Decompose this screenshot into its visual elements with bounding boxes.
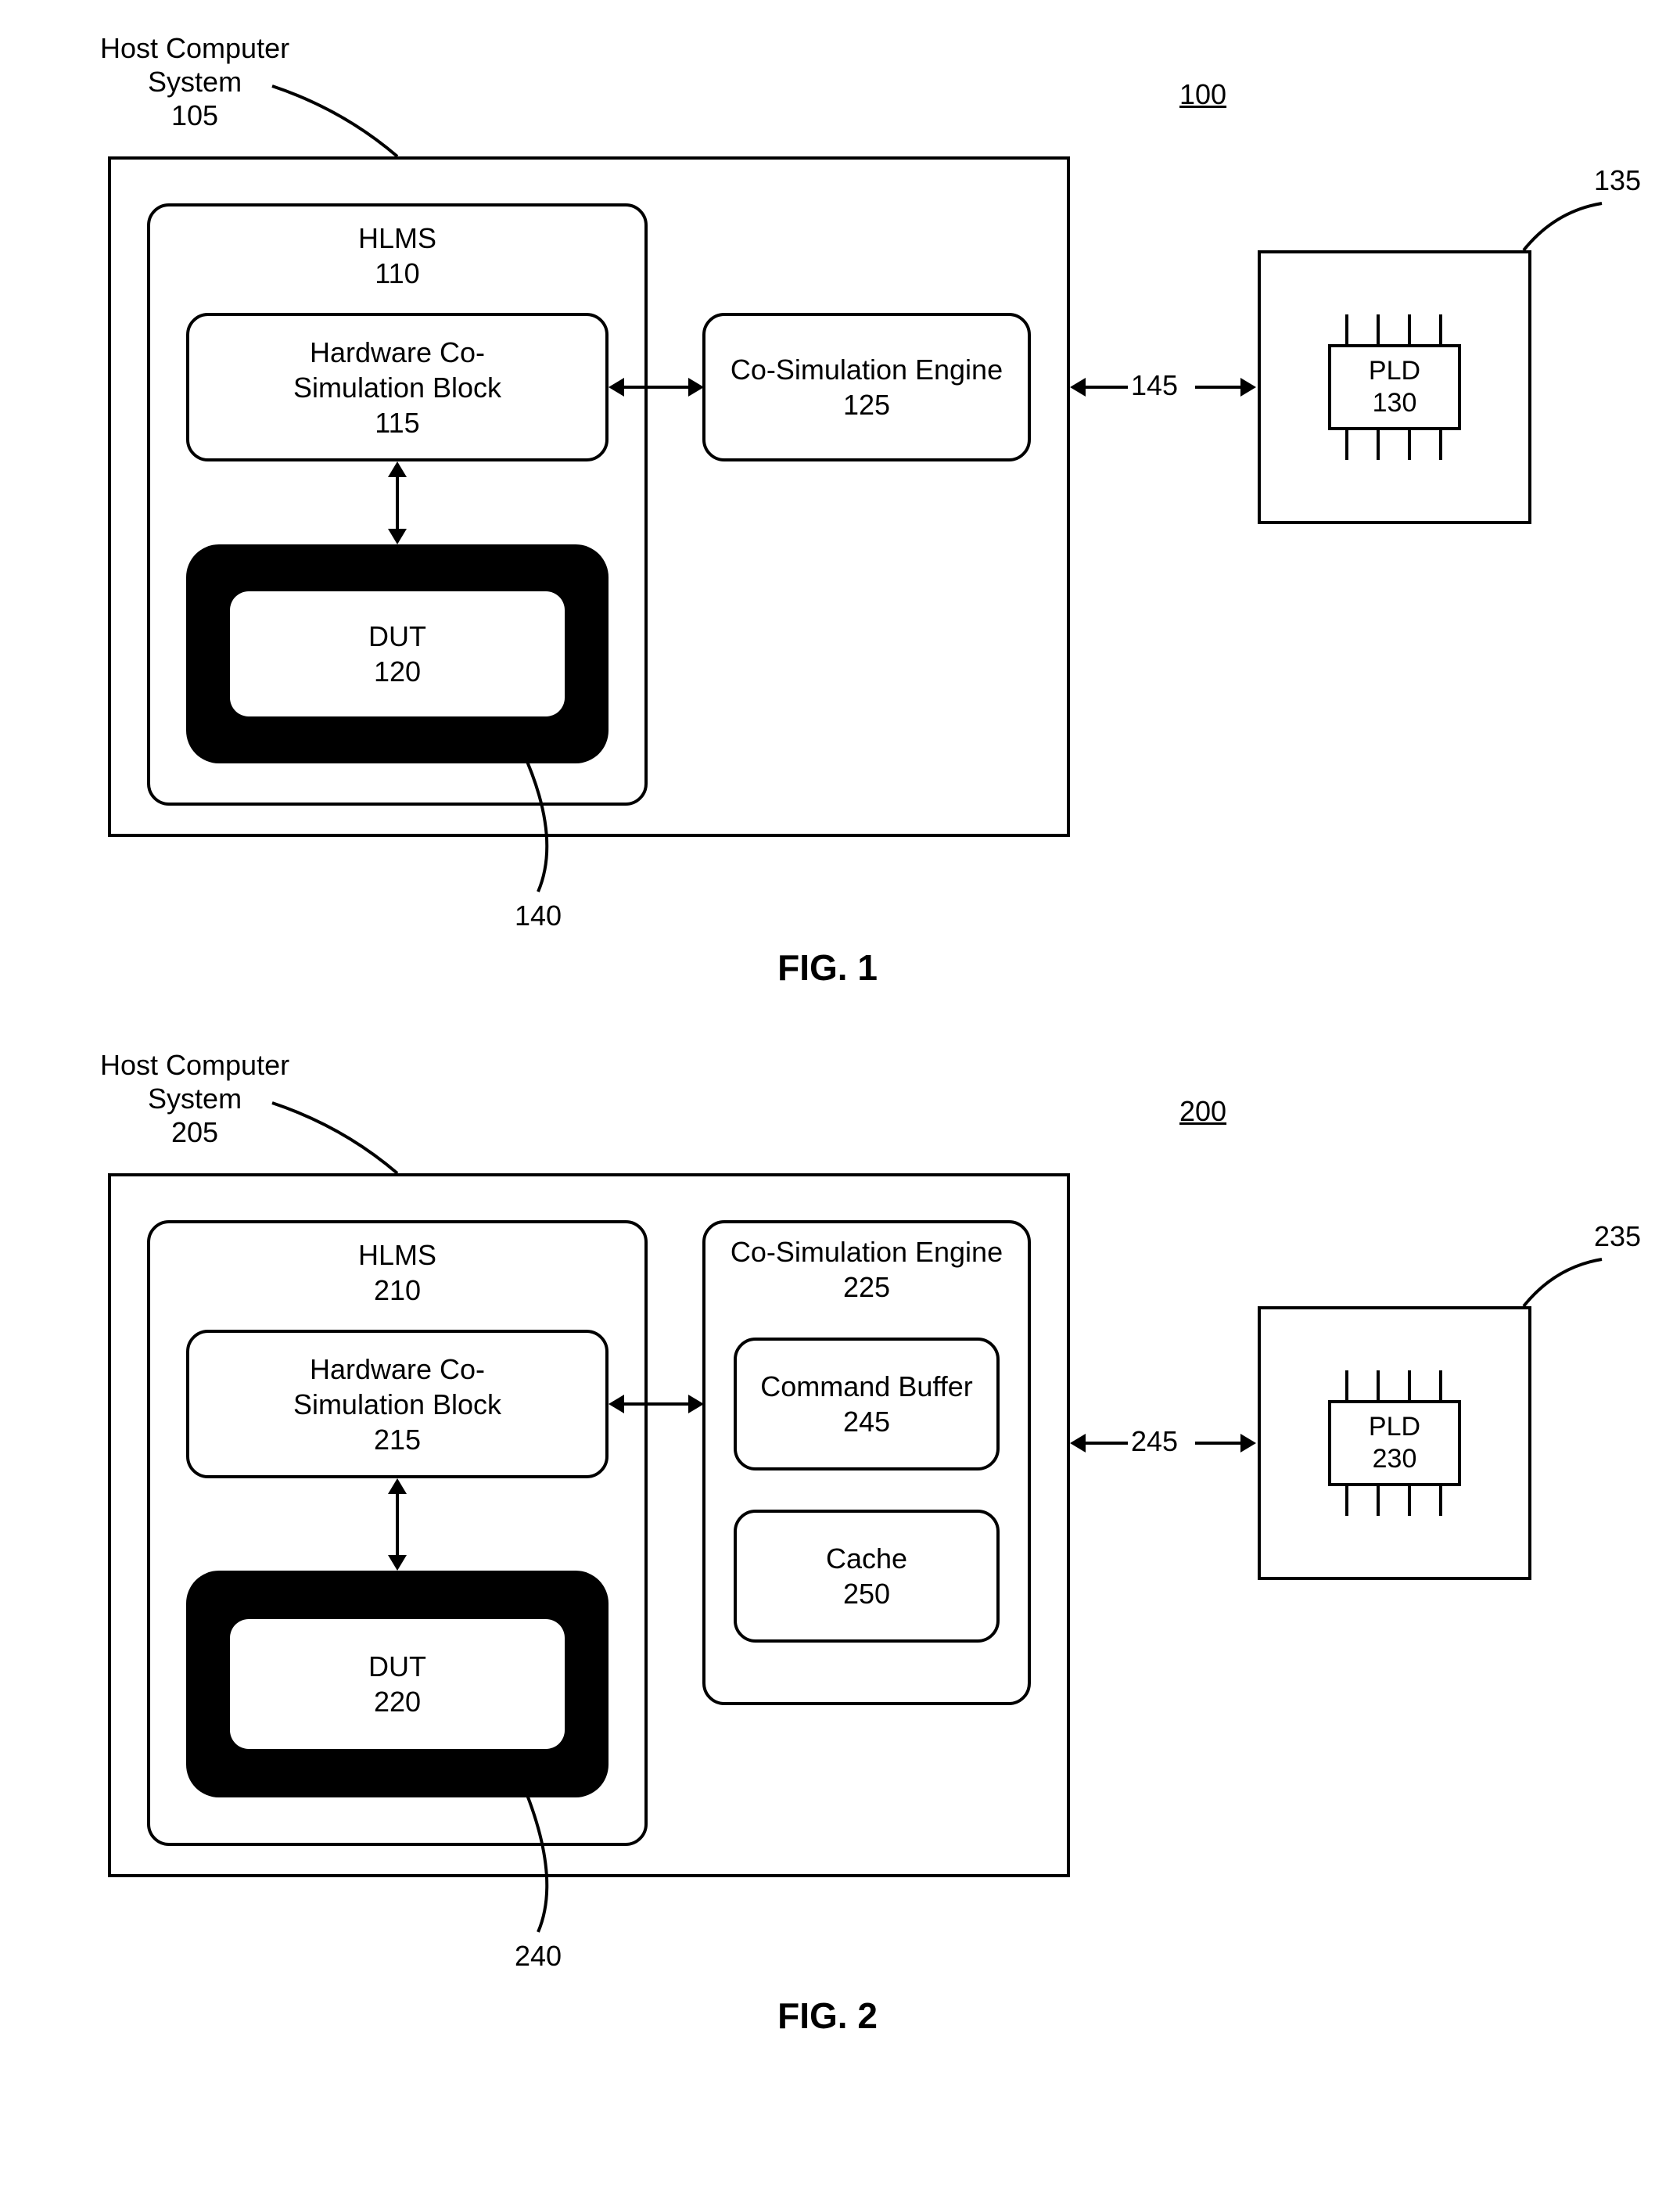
chip-pin-icon xyxy=(1408,1486,1411,1516)
hwcosim-num: 115 xyxy=(189,405,605,440)
dut-block: DUT 120 xyxy=(230,591,565,716)
link-num: 245 xyxy=(1131,1425,1178,1458)
chip-pin-icon xyxy=(1345,1486,1348,1516)
dut-num: 220 xyxy=(230,1684,565,1719)
figure-2: Host Computer System 205 200 HLMS 210 Ha… xyxy=(84,1048,1571,2034)
hwcosim-l1: Hardware Co- xyxy=(189,1352,605,1387)
host-hw-link-left xyxy=(1081,386,1128,389)
hw-leader-curve xyxy=(1524,1259,1617,1322)
chip-pin-icon xyxy=(1439,314,1442,344)
figure-caption: FIG. 1 xyxy=(84,946,1571,989)
figure-1: Host Computer System 105 100 HLMS 110 Ha… xyxy=(84,31,1571,970)
hwcosim-l1: Hardware Co- xyxy=(189,335,605,370)
cosim-l1: Co-Simulation Engine xyxy=(705,1234,1028,1269)
chip-pin-icon xyxy=(1439,430,1442,460)
chip-pin-icon xyxy=(1377,430,1380,460)
figure-caption: FIG. 2 xyxy=(84,1995,1571,2037)
dut-label: DUT xyxy=(230,1649,565,1684)
cosim-num: 125 xyxy=(705,387,1028,422)
hlms-num: 210 xyxy=(150,1273,644,1308)
hlms-label: HLMS xyxy=(150,1237,644,1273)
chip-pin-icon xyxy=(1408,430,1411,460)
chip-pin-icon xyxy=(1439,1486,1442,1516)
arrowhead-right-icon xyxy=(1240,378,1256,397)
host-label-num: 105 xyxy=(171,99,218,131)
host-label-line1: Host Computer xyxy=(100,32,289,64)
dut-leader-curve xyxy=(507,751,601,900)
hwcosim-l2: Simulation Block xyxy=(189,370,605,405)
arrowhead-down-icon xyxy=(388,529,407,544)
dut-num: 120 xyxy=(230,654,565,689)
chip-pin-icon xyxy=(1377,314,1380,344)
chip-pin-icon xyxy=(1408,314,1411,344)
cosim-engine-box: Co-Simulation Engine 125 xyxy=(702,313,1031,461)
cache-num: 250 xyxy=(737,1576,996,1611)
chip-pin-icon xyxy=(1345,430,1348,460)
pld-label: PLD xyxy=(1331,355,1458,387)
chip-pin-icon xyxy=(1408,1370,1411,1400)
host-label-line1: Host Computer xyxy=(100,1049,289,1081)
cosim-num: 225 xyxy=(705,1269,1028,1305)
dut-block: DUT 220 xyxy=(230,1619,565,1749)
hwcosim-cosim-link xyxy=(616,1402,695,1406)
host-hw-link-right xyxy=(1195,386,1242,389)
chip-pin-icon xyxy=(1377,1370,1380,1400)
dut-callout-num: 240 xyxy=(515,1940,562,1973)
hlms-label: HLMS xyxy=(150,221,644,256)
pld-num: 130 xyxy=(1331,387,1458,419)
hlms-num: 110 xyxy=(150,256,644,291)
host-leader-curve xyxy=(272,1056,444,1173)
chip-pin-icon xyxy=(1345,314,1348,344)
figure-ref-number: 100 xyxy=(1179,78,1226,111)
cosim-l1: Co-Simulation Engine xyxy=(705,352,1028,387)
arrowhead-left-icon xyxy=(1070,1434,1086,1453)
pld-num: 230 xyxy=(1331,1443,1458,1475)
arrowhead-down-icon xyxy=(388,1555,407,1571)
host-label-num: 205 xyxy=(171,1116,218,1148)
dut-callout-num: 140 xyxy=(515,900,562,932)
hwcosim-dut-link xyxy=(396,469,399,532)
host-hw-link-left xyxy=(1081,1442,1128,1445)
arrowhead-left-icon xyxy=(609,1395,624,1413)
arrowhead-up-icon xyxy=(388,1478,407,1494)
host-label-line2: System xyxy=(148,1083,242,1115)
pld-chip: PLD 230 xyxy=(1328,1400,1461,1486)
hardware-cosim-block: Hardware Co- Simulation Block 115 xyxy=(186,313,609,461)
arrowhead-right-icon xyxy=(688,1395,704,1413)
host-system-label: Host Computer System 205 xyxy=(100,1048,289,1150)
hwcosim-dut-link xyxy=(396,1486,399,1557)
link-num: 145 xyxy=(1131,369,1178,402)
hw-platform-num: 135 xyxy=(1594,164,1641,197)
arrowhead-left-icon xyxy=(609,378,624,397)
hardware-cosim-block: Hardware Co- Simulation Block 215 xyxy=(186,1330,609,1478)
hwcosim-l2: Simulation Block xyxy=(189,1387,605,1422)
chip-pin-icon xyxy=(1439,1370,1442,1400)
arrowhead-right-icon xyxy=(688,378,704,397)
chip-pin-icon xyxy=(1345,1370,1348,1400)
arrowhead-right-icon xyxy=(1240,1434,1256,1453)
host-system-label: Host Computer System 105 xyxy=(100,31,289,133)
dut-label: DUT xyxy=(230,619,565,654)
host-label-line2: System xyxy=(148,66,242,98)
chip-pin-icon xyxy=(1377,1486,1380,1516)
arrowhead-left-icon xyxy=(1070,378,1086,397)
hwcosim-cosim-link xyxy=(616,386,695,389)
cmdbuf-num: 245 xyxy=(737,1404,996,1439)
dut-leader-curve xyxy=(507,1783,601,1940)
cache-block: Cache 250 xyxy=(734,1510,1000,1643)
command-buffer-block: Command Buffer 245 xyxy=(734,1338,1000,1470)
host-hw-link-right xyxy=(1195,1442,1242,1445)
arrowhead-up-icon xyxy=(388,461,407,477)
cache-l1: Cache xyxy=(737,1541,996,1576)
pld-chip: PLD 130 xyxy=(1328,344,1461,430)
figure-ref-number: 200 xyxy=(1179,1095,1226,1128)
hwcosim-num: 215 xyxy=(189,1422,605,1457)
pld-label: PLD xyxy=(1331,1411,1458,1443)
hw-leader-curve xyxy=(1524,203,1617,266)
hw-platform-num: 235 xyxy=(1594,1220,1641,1253)
cmdbuf-l1: Command Buffer xyxy=(737,1369,996,1404)
host-leader-curve xyxy=(272,39,444,156)
